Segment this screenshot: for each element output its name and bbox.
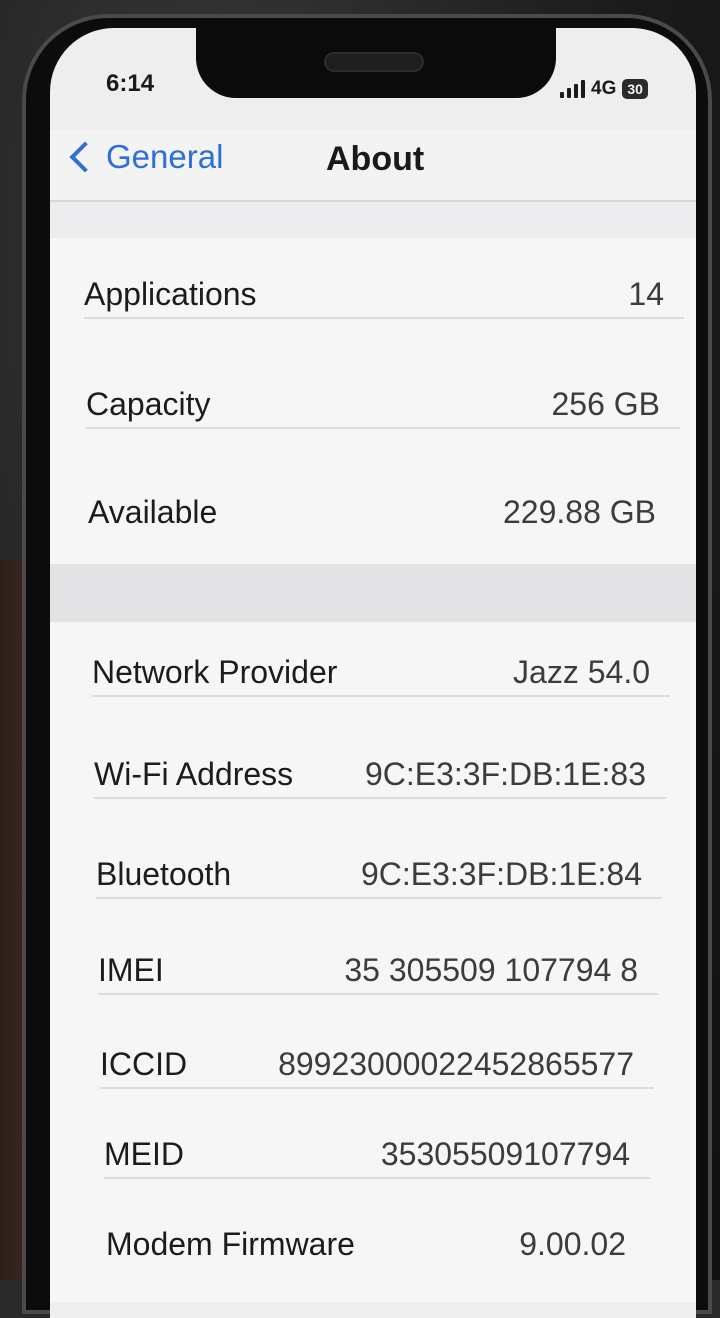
row-meid[interactable]: MEID 35305509107794 <box>104 1136 650 1179</box>
status-indicators: 4G 30 <box>560 78 648 100</box>
row-label: Capacity <box>86 386 211 422</box>
row-label: Bluetooth <box>96 856 232 892</box>
status-time: 6:14 <box>106 70 155 97</box>
row-bluetooth[interactable]: Bluetooth 9C:E3:3F:DB:1E:84 <box>96 856 662 899</box>
row-label: Modem Firmware <box>106 1226 355 1262</box>
back-button[interactable]: General <box>66 138 223 176</box>
section-header-spacer <box>50 202 696 238</box>
row-value: 9C:E3:3F:DB:1E:83 <box>364 756 646 792</box>
row-value: 229.88 GB <box>503 494 656 530</box>
row-capacity[interactable]: Capacity 256 GB <box>86 386 680 429</box>
row-modem-firmware[interactable]: Modem Firmware 9.00.02 <box>106 1226 626 1263</box>
cellular-signal-icon <box>560 80 585 98</box>
row-label: Available <box>88 494 218 530</box>
row-value: 35 305509 107794 8 <box>344 952 638 988</box>
row-value: 9.00.02 <box>519 1226 626 1262</box>
row-value: 35305509107794 <box>380 1136 630 1172</box>
row-value: 9C:E3:3F:DB:1E:84 <box>360 856 642 892</box>
page-title: About <box>326 140 425 178</box>
row-label: Wi-Fi Address <box>94 756 294 792</box>
row-label: ICCID <box>100 1046 188 1082</box>
battery-icon: 30 <box>622 79 648 99</box>
chevron-left-icon <box>69 141 101 173</box>
row-label: Applications <box>84 276 257 312</box>
row-value: 89923000022452865577 <box>278 1046 634 1082</box>
navbar-divider <box>50 200 696 202</box>
row-iccid[interactable]: ICCID 89923000022452865577 <box>100 1046 654 1089</box>
row-value: 14 <box>628 276 664 312</box>
row-label: Network Provider <box>92 654 338 690</box>
section-separator <box>50 564 696 622</box>
row-label: MEID <box>104 1136 184 1172</box>
row-wifi-address[interactable]: Wi-Fi Address 9C:E3:3F:DB:1E:83 <box>94 756 666 799</box>
row-value: Jazz 54.0 <box>513 654 650 690</box>
row-imei[interactable]: IMEI 35 305509 107794 8 <box>98 952 658 995</box>
earpiece-speaker <box>324 52 424 72</box>
row-label: IMEI <box>98 952 164 988</box>
back-label: General <box>106 138 224 175</box>
network-type: 4G <box>591 78 617 99</box>
row-available[interactable]: Available 229.88 GB <box>88 494 656 531</box>
row-network-provider[interactable]: Network Provider Jazz 54.0 <box>92 654 670 697</box>
row-applications[interactable]: Applications 14 <box>84 276 684 319</box>
row-value: 256 GB <box>551 386 660 422</box>
